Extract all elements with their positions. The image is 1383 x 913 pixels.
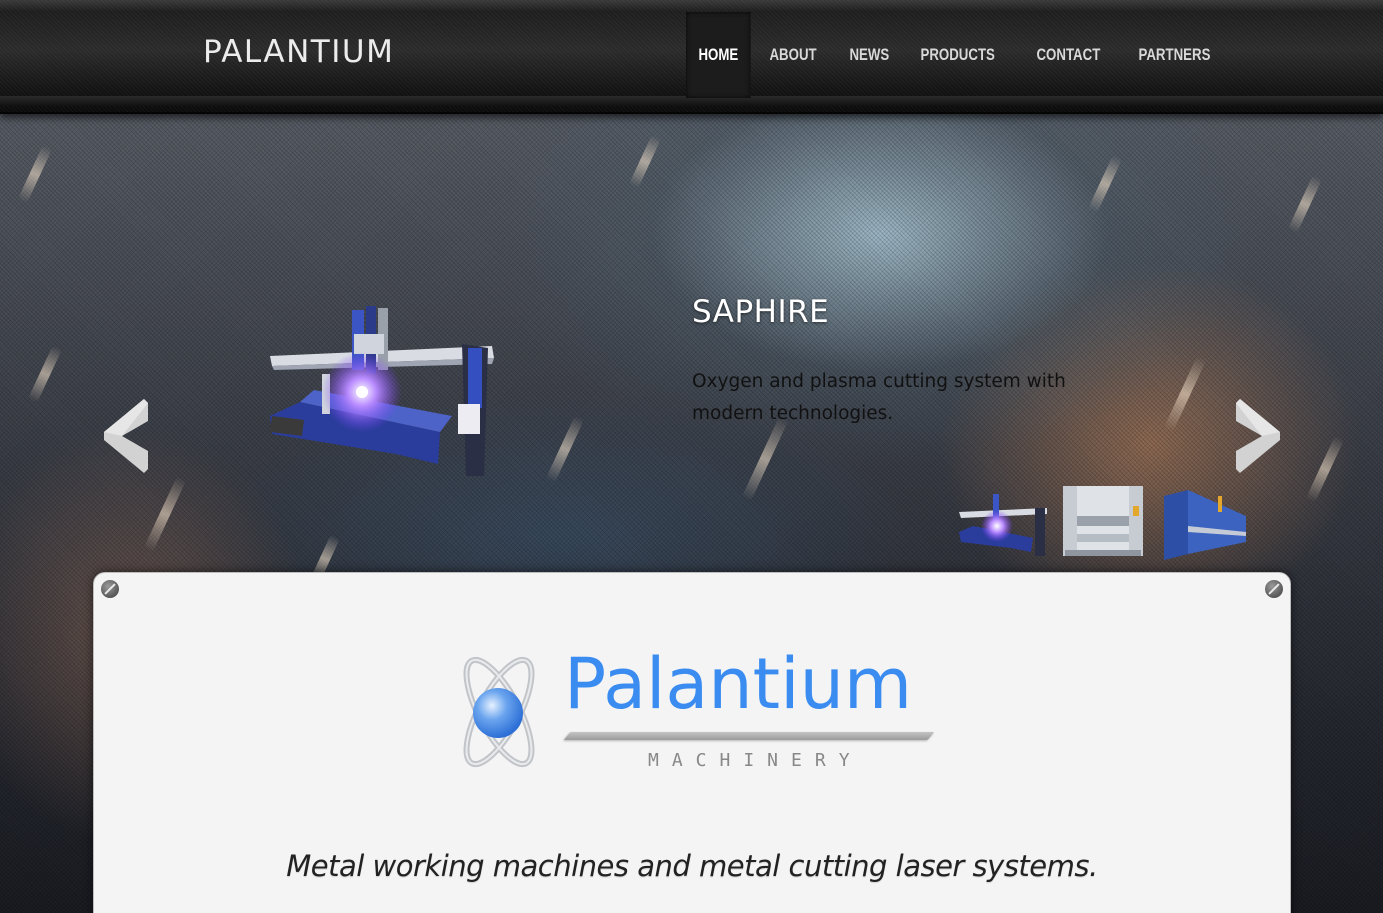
logo-wordmark: Palantium xyxy=(564,643,913,725)
slide-title: SAPHIRE xyxy=(692,294,830,330)
background-streak xyxy=(1163,355,1207,433)
chevron-right-icon[interactable] xyxy=(1236,399,1280,473)
main-nav: HOME ABOUT NEWS PRODUCTS CONTACT PARTNER… xyxy=(686,12,1238,98)
background-streak xyxy=(1087,154,1123,214)
nav-item-about[interactable]: ABOUT xyxy=(757,12,829,98)
nav-item-contact[interactable]: CONTACT xyxy=(1024,12,1113,98)
background-streak xyxy=(628,134,662,189)
atom-logo-icon xyxy=(463,656,535,768)
background-streak xyxy=(143,475,187,553)
chevron-left-icon[interactable] xyxy=(104,399,148,473)
plasma-cutter-thumbnail[interactable] xyxy=(955,476,1050,566)
background-streak xyxy=(27,344,63,404)
slide-description: Oxygen and plasma cutting system with mo… xyxy=(692,371,1066,424)
site-header: PALANTIUM HOME ABOUT NEWS PRODUCTS CONTA… xyxy=(0,0,1383,114)
logo-underline xyxy=(563,732,935,740)
site-brand[interactable]: PALANTIUM xyxy=(203,34,394,70)
screw-icon xyxy=(101,580,119,598)
background-streak xyxy=(1305,435,1345,503)
screw-icon xyxy=(1265,580,1283,598)
intro-panel: Palantium MACHINERY Metal working machin… xyxy=(93,572,1291,913)
background-streak xyxy=(17,144,53,204)
nav-item-partners[interactable]: PARTNERS xyxy=(1126,12,1223,98)
blue-press-brake-thumbnail[interactable] xyxy=(1158,476,1250,566)
background-streak xyxy=(1287,174,1323,234)
press-brake-thumbnail[interactable] xyxy=(1057,476,1149,566)
background-streak xyxy=(545,415,585,483)
nav-item-news[interactable]: NEWS xyxy=(837,12,902,98)
logo-subtitle: MACHINERY xyxy=(648,750,863,771)
tagline: Metal working machines and metal cutting… xyxy=(286,849,1098,883)
nav-item-products[interactable]: PRODUCTS xyxy=(908,12,1007,98)
nav-item-home[interactable]: HOME xyxy=(686,12,751,98)
plasma-cutter-image xyxy=(270,306,494,476)
